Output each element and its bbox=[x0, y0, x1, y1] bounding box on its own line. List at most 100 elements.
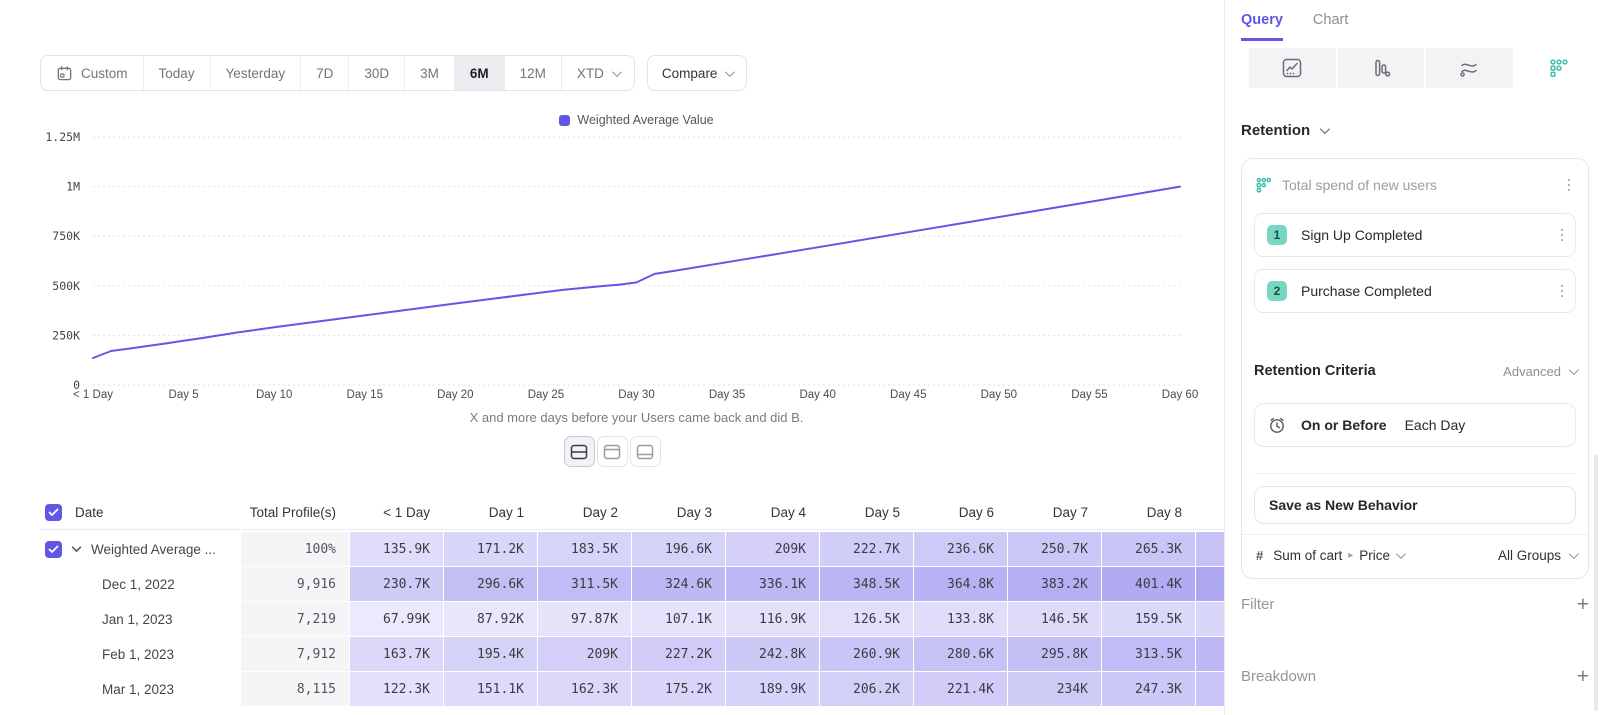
criteria-value-row[interactable]: On or Before Each Day bbox=[1254, 403, 1576, 447]
retention-value-cell-cut bbox=[1196, 672, 1224, 706]
column-header-label: Day 2 bbox=[583, 505, 618, 520]
column-header--1-day[interactable]: < 1 Day bbox=[350, 505, 443, 520]
date-range-12m[interactable]: 12M bbox=[505, 56, 562, 90]
column-header-day-5[interactable]: Day 5 bbox=[820, 505, 913, 520]
view-toggle-table-only[interactable] bbox=[630, 436, 661, 467]
column-header-date[interactable]: Date bbox=[40, 504, 240, 521]
breakdown-label: Breakdown bbox=[1241, 668, 1577, 685]
date-range-xtd[interactable]: XTD bbox=[562, 56, 634, 90]
column-header-total-profile-s-[interactable]: Total Profile(s) bbox=[241, 505, 349, 520]
behavior-retention-icon bbox=[1254, 176, 1272, 194]
expand-chevron-icon[interactable] bbox=[71, 546, 82, 553]
retention-report-page: CustomToday Yesterday 7D30D3M6M12MXTD Comp… bbox=[0, 0, 1600, 715]
row-label-cell: Mar 1, 2023 bbox=[40, 672, 240, 706]
row-label: Dec 1, 2022 bbox=[102, 577, 175, 592]
criteria-advanced-dropdown[interactable]: Advanced bbox=[1503, 364, 1576, 379]
query-sidebar: Query Chart bbox=[1224, 0, 1600, 715]
retention-section-dropdown[interactable]: Retention bbox=[1241, 122, 1327, 139]
behavior-step-2[interactable]: 2Purchase Completed bbox=[1254, 269, 1576, 313]
column-header-day-3[interactable]: Day 3 bbox=[632, 505, 725, 520]
retention-value-cell: 146.5K bbox=[1008, 602, 1101, 636]
chevron-down-icon bbox=[725, 67, 735, 77]
tab-flows[interactable] bbox=[1426, 48, 1513, 88]
tab-query[interactable]: Query bbox=[1241, 12, 1283, 41]
total-profiles-cell: 7,912 bbox=[241, 637, 349, 671]
retention-value-cell: 133.8K bbox=[914, 602, 1007, 636]
date-range-label: Yesterday bbox=[226, 66, 286, 81]
column-header-day-6[interactable]: Day 6 bbox=[914, 505, 1007, 520]
retention-value-cell: 280.6K bbox=[914, 637, 1007, 671]
date-range-7d[interactable]: 7D bbox=[301, 56, 349, 90]
chart-x-axis-caption: X and more days before your Users came b… bbox=[93, 410, 1180, 425]
retention-value-cell-cut bbox=[1196, 532, 1224, 566]
all-groups-dropdown[interactable]: All Groups bbox=[1498, 548, 1576, 563]
row-label-cell: Feb 1, 2023 bbox=[40, 637, 240, 671]
add-breakdown-button[interactable]: + bbox=[1577, 666, 1589, 687]
column-header-day-1[interactable]: Day 1 bbox=[444, 505, 537, 520]
date-range-3m[interactable]: 3M bbox=[405, 56, 455, 90]
tab-funnels[interactable] bbox=[1338, 48, 1425, 88]
retention-value-cell: 247.3K bbox=[1102, 672, 1195, 706]
retention-chart: 0250K500K750K1M1.25M< 1 DayDay 5Day 10Da… bbox=[0, 110, 1224, 410]
behavior-title[interactable]: Total spend of new users bbox=[1282, 177, 1552, 193]
measure-row: # Sum of cart ▸ Price All Groups bbox=[1242, 534, 1588, 578]
column-header-day-8[interactable]: Day 8 bbox=[1102, 505, 1195, 520]
behavior-steps: 1Sign Up Completed 2Purchase Completed bbox=[1254, 213, 1576, 313]
row-label: Jan 1, 2023 bbox=[102, 612, 173, 627]
view-toggle-split[interactable] bbox=[564, 436, 595, 467]
compare-label: Compare bbox=[662, 66, 718, 81]
compare-button[interactable]: Compare bbox=[647, 55, 748, 91]
retention-value-cell: 122.3K bbox=[350, 672, 443, 706]
add-filter-button[interactable]: + bbox=[1577, 594, 1589, 615]
tab-retention[interactable] bbox=[1515, 48, 1600, 88]
chevron-down-icon bbox=[1396, 549, 1406, 559]
retention-value-cell: 162.3K bbox=[538, 672, 631, 706]
step-menu-button[interactable] bbox=[1555, 225, 1570, 246]
table-body: Weighted Average ...100%135.9K171.2K183.… bbox=[40, 532, 1224, 706]
save-as-new-behavior-button[interactable]: Save as New Behavior bbox=[1254, 486, 1576, 524]
retention-value-cell: 87.92K bbox=[444, 602, 537, 636]
step-menu-button[interactable] bbox=[1555, 281, 1570, 302]
tab-chart[interactable]: Chart bbox=[1313, 12, 1348, 41]
column-header-day-2[interactable]: Day 2 bbox=[538, 505, 631, 520]
tab-insights[interactable] bbox=[1249, 48, 1336, 88]
retention-value-cell: 324.6K bbox=[632, 567, 725, 601]
retention-value-cell: 311.5K bbox=[538, 567, 631, 601]
flows-icon bbox=[1458, 57, 1480, 79]
view-toggle-chart-only[interactable] bbox=[597, 436, 628, 467]
column-header-day-4[interactable]: Day 4 bbox=[726, 505, 819, 520]
retention-value-cell: 163.7K bbox=[350, 637, 443, 671]
y-axis-tick: 500K bbox=[52, 279, 80, 293]
filter-section: Filter + bbox=[1241, 594, 1589, 615]
column-header-label: Day 5 bbox=[865, 505, 900, 520]
chevron-down-icon bbox=[1320, 124, 1330, 134]
row-checkbox[interactable] bbox=[45, 541, 62, 558]
behavior-menu-button[interactable] bbox=[1562, 175, 1577, 196]
date-range-custom[interactable]: Custom bbox=[41, 56, 144, 90]
table-row: Mar 1, 20238,115122.3K151.1K162.3K175.2K… bbox=[40, 672, 1224, 706]
behavior-card: Total spend of new users 1Sign Up Comple… bbox=[1241, 158, 1589, 579]
column-header-label: Day 4 bbox=[771, 505, 806, 520]
column-header-day-7[interactable]: Day 7 bbox=[1008, 505, 1101, 520]
select-all-checkbox[interactable] bbox=[45, 504, 62, 521]
measure-property-dropdown[interactable]: Sum of cart ▸ Price bbox=[1273, 548, 1488, 563]
y-axis-tick: 250K bbox=[52, 328, 80, 342]
sidebar-scrollbar[interactable] bbox=[1594, 455, 1598, 711]
alarm-clock-icon bbox=[1267, 415, 1287, 435]
x-axis-tick: Day 10 bbox=[256, 389, 292, 401]
y-axis-tick: 1.25M bbox=[45, 130, 80, 144]
retention-value-cell: 189.9K bbox=[726, 672, 819, 706]
retention-value-cell: 209K bbox=[538, 637, 631, 671]
behavior-step-1[interactable]: 1Sign Up Completed bbox=[1254, 213, 1576, 257]
retention-value-cell: 348.5K bbox=[820, 567, 913, 601]
date-range-today[interactable]: Today bbox=[144, 56, 211, 90]
date-range-yesterday[interactable]: Yesterday bbox=[211, 56, 302, 90]
retention-value-cell: 126.5K bbox=[820, 602, 913, 636]
retention-value-cell: 221.4K bbox=[914, 672, 1007, 706]
report-type-tabs bbox=[1249, 48, 1600, 88]
criteria-period: Each Day bbox=[1405, 417, 1466, 433]
date-range-6m[interactable]: 6M bbox=[455, 56, 505, 90]
x-axis-tick: Day 50 bbox=[981, 389, 1017, 401]
insights-icon bbox=[1281, 57, 1303, 79]
date-range-30d[interactable]: 30D bbox=[349, 56, 405, 90]
